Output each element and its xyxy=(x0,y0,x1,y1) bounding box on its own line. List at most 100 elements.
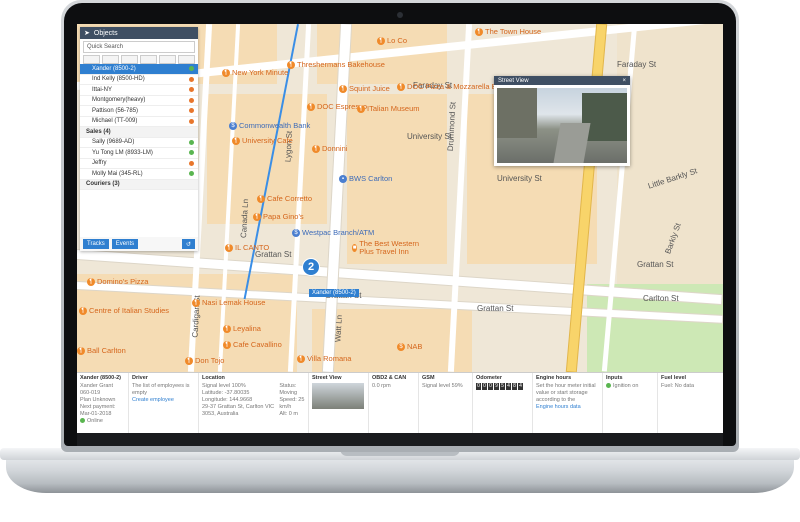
poi[interactable]: $ Commonwealth Bank xyxy=(229,121,310,130)
camera-icon xyxy=(397,12,403,18)
object-row[interactable]: Xander (8500-2) xyxy=(80,64,198,75)
odometer-digit: 9 xyxy=(494,383,499,390)
sort-button[interactable] xyxy=(121,55,138,64)
group-button[interactable] xyxy=(140,55,157,64)
street-view-title: Street View xyxy=(498,77,529,84)
odometer-digit: 5 xyxy=(500,383,505,390)
history-icon[interactable]: ↺ xyxy=(181,239,195,249)
close-icon[interactable]: × xyxy=(622,78,626,84)
object-row[interactable]: Jeffry xyxy=(80,159,198,169)
poi[interactable]: ¶ Cafe Corretto xyxy=(257,194,312,203)
poi[interactable]: ¶ Donnini xyxy=(312,144,347,153)
poi[interactable]: ¶ Villa Romana xyxy=(297,354,351,363)
objects-panel: ➤ Objects Quick Search Xander (8500-2) In… xyxy=(80,27,198,251)
object-row[interactable]: Michael (TT-009) xyxy=(80,117,198,127)
engine-hours-link[interactable]: Engine hours data xyxy=(536,404,599,411)
object-label: Ittai-NY xyxy=(92,86,113,93)
odometer-cell[interactable]: Odometer 00095484 xyxy=(473,373,533,433)
poi[interactable]: ¶ New York Minute xyxy=(222,68,288,77)
vehicle-tag[interactable]: Xander (8500-2) xyxy=(309,289,359,297)
restaurant-icon: ¶ xyxy=(232,136,240,145)
street-view-thumbnail[interactable] xyxy=(312,383,364,409)
poi[interactable]: ■ The Best Western Plus Travel Inn xyxy=(352,240,432,256)
poi[interactable]: ¶ DOC Pizza & Mozzarella Bar xyxy=(397,82,503,91)
group-row[interactable]: Couriers (3) xyxy=(80,179,198,190)
driver-cell[interactable]: Driver The list of employees is empty Cr… xyxy=(129,373,199,433)
street-view-popup[interactable]: Street View × xyxy=(494,76,630,166)
object-row[interactable]: Ittai-NY xyxy=(80,85,198,96)
object-label: Ind Kelly (8500-HD) xyxy=(92,76,145,83)
fuel-cell[interactable]: Fuel level Fuel: No data xyxy=(658,373,723,433)
object-row[interactable]: Pattison (56-785) xyxy=(80,106,198,117)
group-row[interactable]: Sales (4) xyxy=(80,127,198,138)
settings-button[interactable] xyxy=(178,55,195,64)
create-employee-link[interactable]: Create employee xyxy=(132,397,195,404)
poi[interactable]: ¶ Papa Gino's xyxy=(253,212,304,221)
street-view-image[interactable] xyxy=(497,88,627,163)
poi[interactable]: ¶ Threshermans Bakehouse xyxy=(287,60,385,69)
events-button[interactable]: Events xyxy=(111,239,139,249)
poi[interactable]: ¶ Centre of Italian Studies xyxy=(79,306,169,315)
museum-icon: ¶ xyxy=(357,104,365,113)
poi[interactable]: ¶ Squint Juice xyxy=(339,84,390,93)
street-view-cell[interactable]: Street View xyxy=(309,373,369,433)
object-row[interactable]: Ind Kelly (8500-HD) xyxy=(80,75,198,85)
add-button[interactable] xyxy=(159,55,176,64)
object-row[interactable]: Sally (9689-AD) xyxy=(80,138,198,148)
odometer-digits: 00095484 xyxy=(476,383,529,390)
tracks-button[interactable]: Tracks xyxy=(83,239,109,249)
object-label: Yu Tong LM (8933-LM) xyxy=(92,149,153,156)
location-cell[interactable]: Location Signal level 100% Latitude: -37… xyxy=(199,373,309,433)
bank-icon: $ xyxy=(397,342,405,351)
object-row[interactable]: Montgomery(heavy) xyxy=(80,96,198,106)
object-label: Jeffry xyxy=(92,160,107,167)
object-label: Xander (8500-2) xyxy=(92,65,136,72)
poi[interactable]: ¶ Lo Co xyxy=(377,36,407,45)
marker-2[interactable]: 2 xyxy=(302,258,320,276)
inputs-cell[interactable]: Inputs Ignition on xyxy=(603,373,658,433)
poi[interactable]: $ NAB xyxy=(397,342,422,351)
online-status-icon xyxy=(80,418,85,424)
poi[interactable]: ¶ IL CANTO xyxy=(225,243,269,252)
street-label: University St xyxy=(497,174,542,183)
object-row[interactable]: Molly Mai (345-RL) xyxy=(80,169,198,180)
restaurant-icon: ¶ xyxy=(253,212,261,221)
navigation-icon: ➤ xyxy=(84,30,90,37)
poi[interactable]: ¶ Domino's Pizza xyxy=(87,277,148,286)
restaurant-icon: ¶ xyxy=(223,340,231,349)
odometer-digit: 0 xyxy=(482,383,487,390)
object-list: Xander (8500-2) Ind Kelly (8500-HD) Ittai-… xyxy=(80,64,198,190)
engine-hours-cell[interactable]: Engine hours Set the hour meter initial … xyxy=(533,373,603,433)
status-dot-icon xyxy=(189,66,194,71)
poi[interactable]: ¶ Cafe Cavallino xyxy=(223,340,282,349)
bank-icon: $ xyxy=(292,228,300,237)
odometer-digit: 0 xyxy=(488,383,493,390)
object-label: Sales (4) xyxy=(86,128,111,135)
obd-cell[interactable]: OBD2 & CAN 0.0 rpm xyxy=(369,373,419,433)
hotel-icon: ■ xyxy=(352,244,358,252)
restaurant-icon: ¶ xyxy=(225,243,233,252)
street-label: Watt Ln xyxy=(333,314,344,343)
bank-icon: $ xyxy=(229,121,237,130)
restaurant-icon: ¶ xyxy=(222,68,230,77)
filter-button[interactable] xyxy=(83,55,100,64)
poi[interactable]: ▪ BWS Carlton xyxy=(339,174,392,183)
object-label: Montgomery(heavy) xyxy=(92,97,146,104)
object-row[interactable]: Yu Tong LM (8933-LM) xyxy=(80,148,198,159)
poi[interactable]: ¶ The Town House xyxy=(475,27,541,36)
list-button[interactable] xyxy=(102,55,119,64)
poi[interactable]: ¶ Ball Carlton xyxy=(77,346,126,355)
poi[interactable]: ¶ Nasi Lemak House xyxy=(192,298,265,307)
search-input[interactable]: Quick Search xyxy=(83,41,195,53)
status-dot-icon xyxy=(189,97,194,103)
vehicle-cell[interactable]: Xander (8500-2) Xander Grant 060-019 Pla… xyxy=(77,373,129,433)
street-label: Canada Ln xyxy=(239,198,251,239)
poi[interactable]: ¶ Leyalina xyxy=(223,324,261,333)
poi[interactable]: ¶ University Cafe xyxy=(232,136,293,145)
odometer-digit: 4 xyxy=(518,383,523,390)
street-view-header: Street View × xyxy=(494,76,630,85)
gsm-cell[interactable]: GSM Signal level 59% xyxy=(419,373,473,433)
poi[interactable]: $ Westpac Branch/ATM xyxy=(292,228,374,237)
poi[interactable]: ¶ Don Tojo xyxy=(185,356,224,365)
poi[interactable]: ¶ ITalian Museum xyxy=(357,104,420,113)
